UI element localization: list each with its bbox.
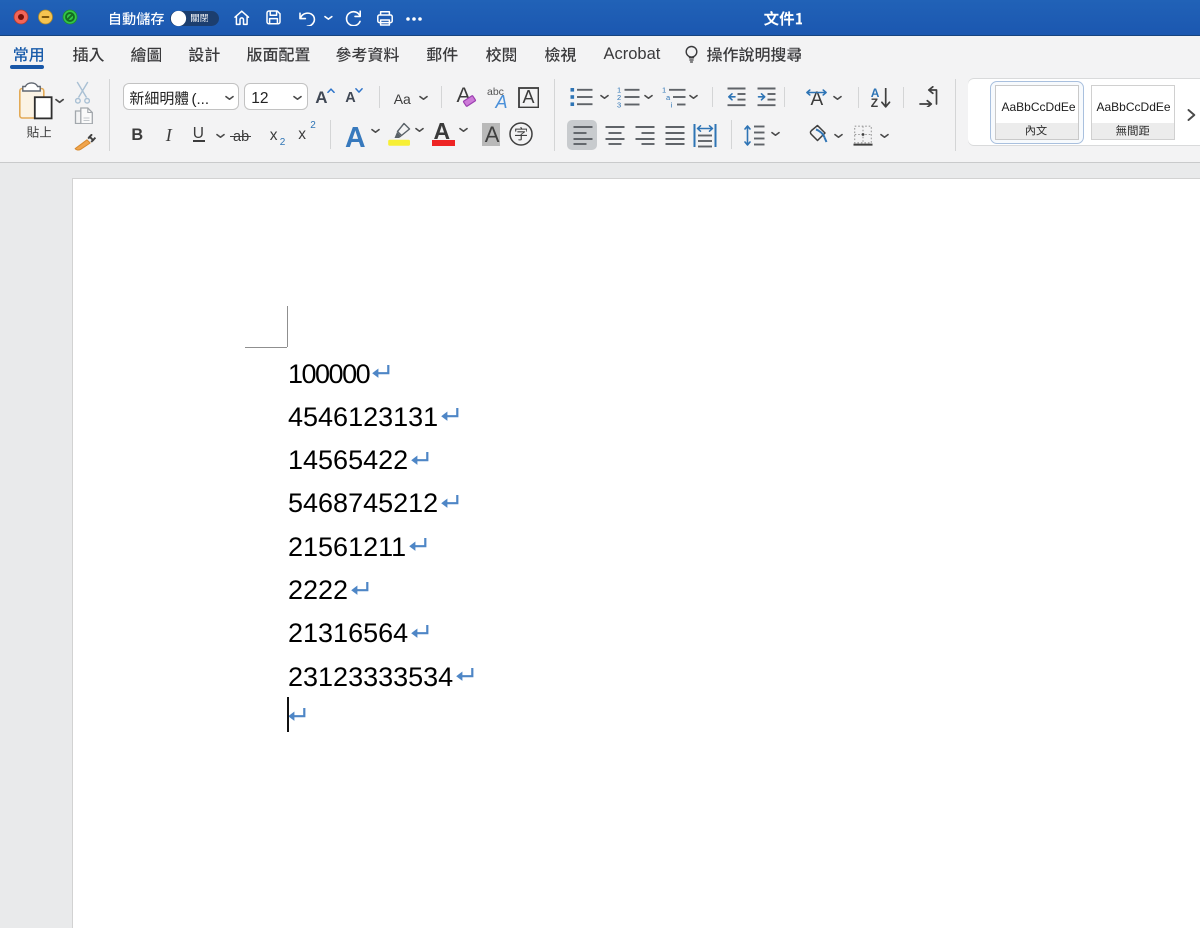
svg-text:3: 3 (617, 100, 621, 108)
svg-text:i: i (670, 100, 672, 108)
